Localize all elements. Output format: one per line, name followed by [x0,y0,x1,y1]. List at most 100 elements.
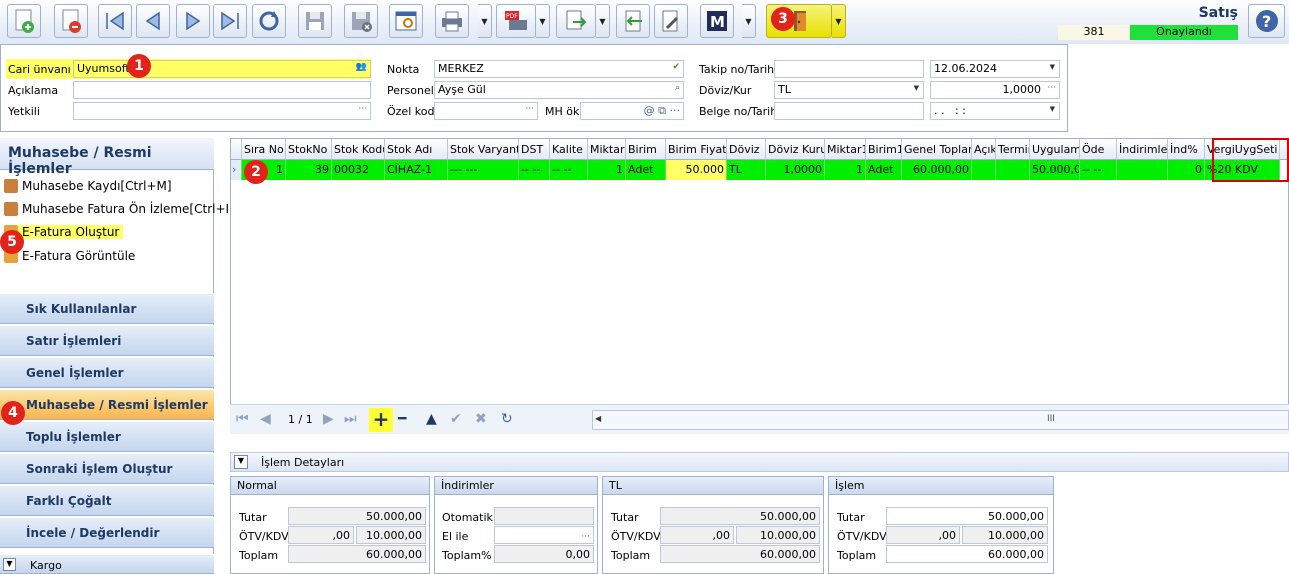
grid-cell[interactable]: --- --- [448,160,519,180]
chevron-double-down-icon[interactable]: ▼ [3,558,16,571]
last-icon[interactable] [213,4,247,38]
next-icon[interactable] [176,4,210,38]
chevron-down-icon[interactable]: ▼ [1050,63,1055,71]
column-header[interactable]: Döviz Kuru [766,139,825,160]
ozelkod-field[interactable]: ··· [434,102,538,120]
chevron-down-icon[interactable]: ▼ [914,84,919,92]
cari-field[interactable]: Uyumsoft 👥 [73,60,371,78]
pdf-dropdown[interactable]: ▼ [536,4,550,38]
grid-cell[interactable]: -- -- [550,160,588,180]
preview-icon[interactable] [389,4,423,38]
column-header[interactable]: Genel Toplam [902,139,972,160]
door-dropdown[interactable]: ▼ [832,4,846,38]
grid-cell[interactable]: CİHAZ-1 [385,160,448,180]
column-header[interactable]: DST [519,139,550,160]
column-header[interactable]: Stok Adı [385,139,448,160]
grid-cell[interactable] [996,160,1030,180]
first-page-icon[interactable]: ⏮ [236,411,249,427]
at-icon[interactable]: @ ⧉ ··· [644,104,680,118]
m-dropdown[interactable]: ▼ [742,4,756,38]
nav-farkli-cogalt[interactable]: Farklı Çoğalt [0,485,214,516]
grid-cell[interactable]: Adet [866,160,902,180]
nav-incele[interactable]: İncele / Değerlendir [0,517,214,548]
refresh-row-icon[interactable]: ↻ [501,411,513,427]
elile-field[interactable]: ··· [494,526,594,544]
up-icon[interactable]: ▲ [426,411,437,427]
person-search-icon[interactable]: ⌕ [675,83,680,93]
fatura-onizleme-item[interactable]: Muhasebe Fatura Ön İzleme[Ctrl+I] [4,202,234,216]
column-header[interactable]: Kalite [550,139,588,160]
ellipsis-icon[interactable]: ··· [358,104,367,114]
grid-cell[interactable]: 1,0000 [766,160,825,180]
save-icon[interactable] [298,4,332,38]
save-close-icon[interactable] [344,4,378,38]
grid-cell[interactable]: 0 [1168,160,1205,180]
column-header[interactable]: Miktar [588,139,626,160]
nav-satir-islemleri[interactable]: Satır İşlemleri [0,325,214,356]
grid-cell[interactable]: 60.000,00 [902,160,972,180]
back-icon[interactable] [616,4,650,38]
first-icon[interactable] [98,4,132,38]
column-header[interactable]: Miktar1 [825,139,866,160]
detail-header[interactable]: ▼ İşlem Detayları [230,452,1289,472]
grid-cell[interactable]: TL [727,160,766,180]
grid-cell[interactable]: 39 [286,160,332,180]
delete-icon[interactable] [54,4,88,38]
column-header[interactable]: Öde [1080,139,1117,160]
refresh-icon[interactable] [252,4,286,38]
column-header[interactable]: Stok Kodu [332,139,385,160]
grid-cell[interactable]: Adet [626,160,666,180]
aciklama-field[interactable] [73,81,371,99]
nav-muhasebe-resmi[interactable]: Muhasebe / Resmi İşlemler [0,389,214,420]
column-header[interactable]: İndirimler [1117,139,1168,160]
confirm-icon[interactable]: ✔ [450,411,462,427]
column-header[interactable]: StokNo [286,139,332,160]
ellipsis-icon[interactable]: ··· [1047,83,1056,93]
column-header[interactable]: Stok Varyantı [448,139,519,160]
column-header[interactable]: Birim1 [866,139,902,160]
belge-date-field[interactable]: . . : : ▼ [930,102,1060,120]
next-page-icon[interactable]: ▶ [323,411,334,427]
grid-cell[interactable]: 00032 [332,160,385,180]
settings-icon[interactable] [654,4,688,38]
column-header[interactable]: Termir [996,139,1030,160]
efatura-goruntule-item[interactable]: E-Fatura Görüntüle [4,249,135,263]
nav-sonraki-islem[interactable]: Sonraki İşlem Oluştur [0,453,214,484]
takip-no-field[interactable] [774,60,924,78]
column-header[interactable]: Uygulama [1030,139,1080,160]
pdf-icon[interactable]: PDF [496,4,536,38]
yetkili-field[interactable]: ··· [73,102,371,120]
collapse-icon[interactable]: ▼ [234,455,248,469]
ellipsis-icon[interactable]: ··· [525,104,534,114]
export-icon[interactable] [556,4,596,38]
doviz-field[interactable]: TL ▼ [774,81,924,99]
column-header[interactable]: Açıkl [972,139,996,160]
scroll-left-icon[interactable]: ◀ [595,414,601,423]
last-page-icon[interactable]: ⏭ [344,411,357,427]
print-dropdown[interactable]: ▼ [478,4,492,38]
belge-no-field[interactable] [774,102,924,120]
personel-field[interactable]: Ayşe Gül ⌕ [434,81,684,99]
grid-cell[interactable] [972,160,996,180]
grid-cell[interactable]: 50.000 [666,160,727,180]
new-icon[interactable] [7,4,41,38]
grid-cell[interactable] [1117,160,1168,180]
grid-cell[interactable]: -- -- [519,160,550,180]
chevron-down-icon[interactable]: ▼ [1050,105,1055,113]
m-icon[interactable]: M [700,4,734,38]
nokta-field[interactable]: MERKEZ ✔ [434,60,684,78]
grid-cell[interactable]: 50.000,0 [1030,160,1080,180]
scroll-thumb-grip[interactable]: III [1047,414,1055,424]
column-header[interactable]: Birim [626,139,666,160]
grid-cell[interactable]: 1 [588,160,626,180]
takip-date-field[interactable]: 12.06.2024 ▼ [930,60,1060,78]
kur-field[interactable]: 1,0000 ··· [930,81,1060,99]
column-header[interactable]: İnd% [1168,139,1205,160]
column-header[interactable]: Sıra No [242,139,286,160]
remove-row-icon[interactable]: ━ [398,411,406,427]
nav-toplu-islemler[interactable]: Toplu İşlemler [0,421,214,452]
column-header[interactable]: Döviz [727,139,766,160]
column-header[interactable]: Birim Fiyat [666,139,727,160]
nav-genel-islemler[interactable]: Genel İşlemler [0,357,214,388]
islem-tutar[interactable]: 50.000,00 [886,507,1048,525]
